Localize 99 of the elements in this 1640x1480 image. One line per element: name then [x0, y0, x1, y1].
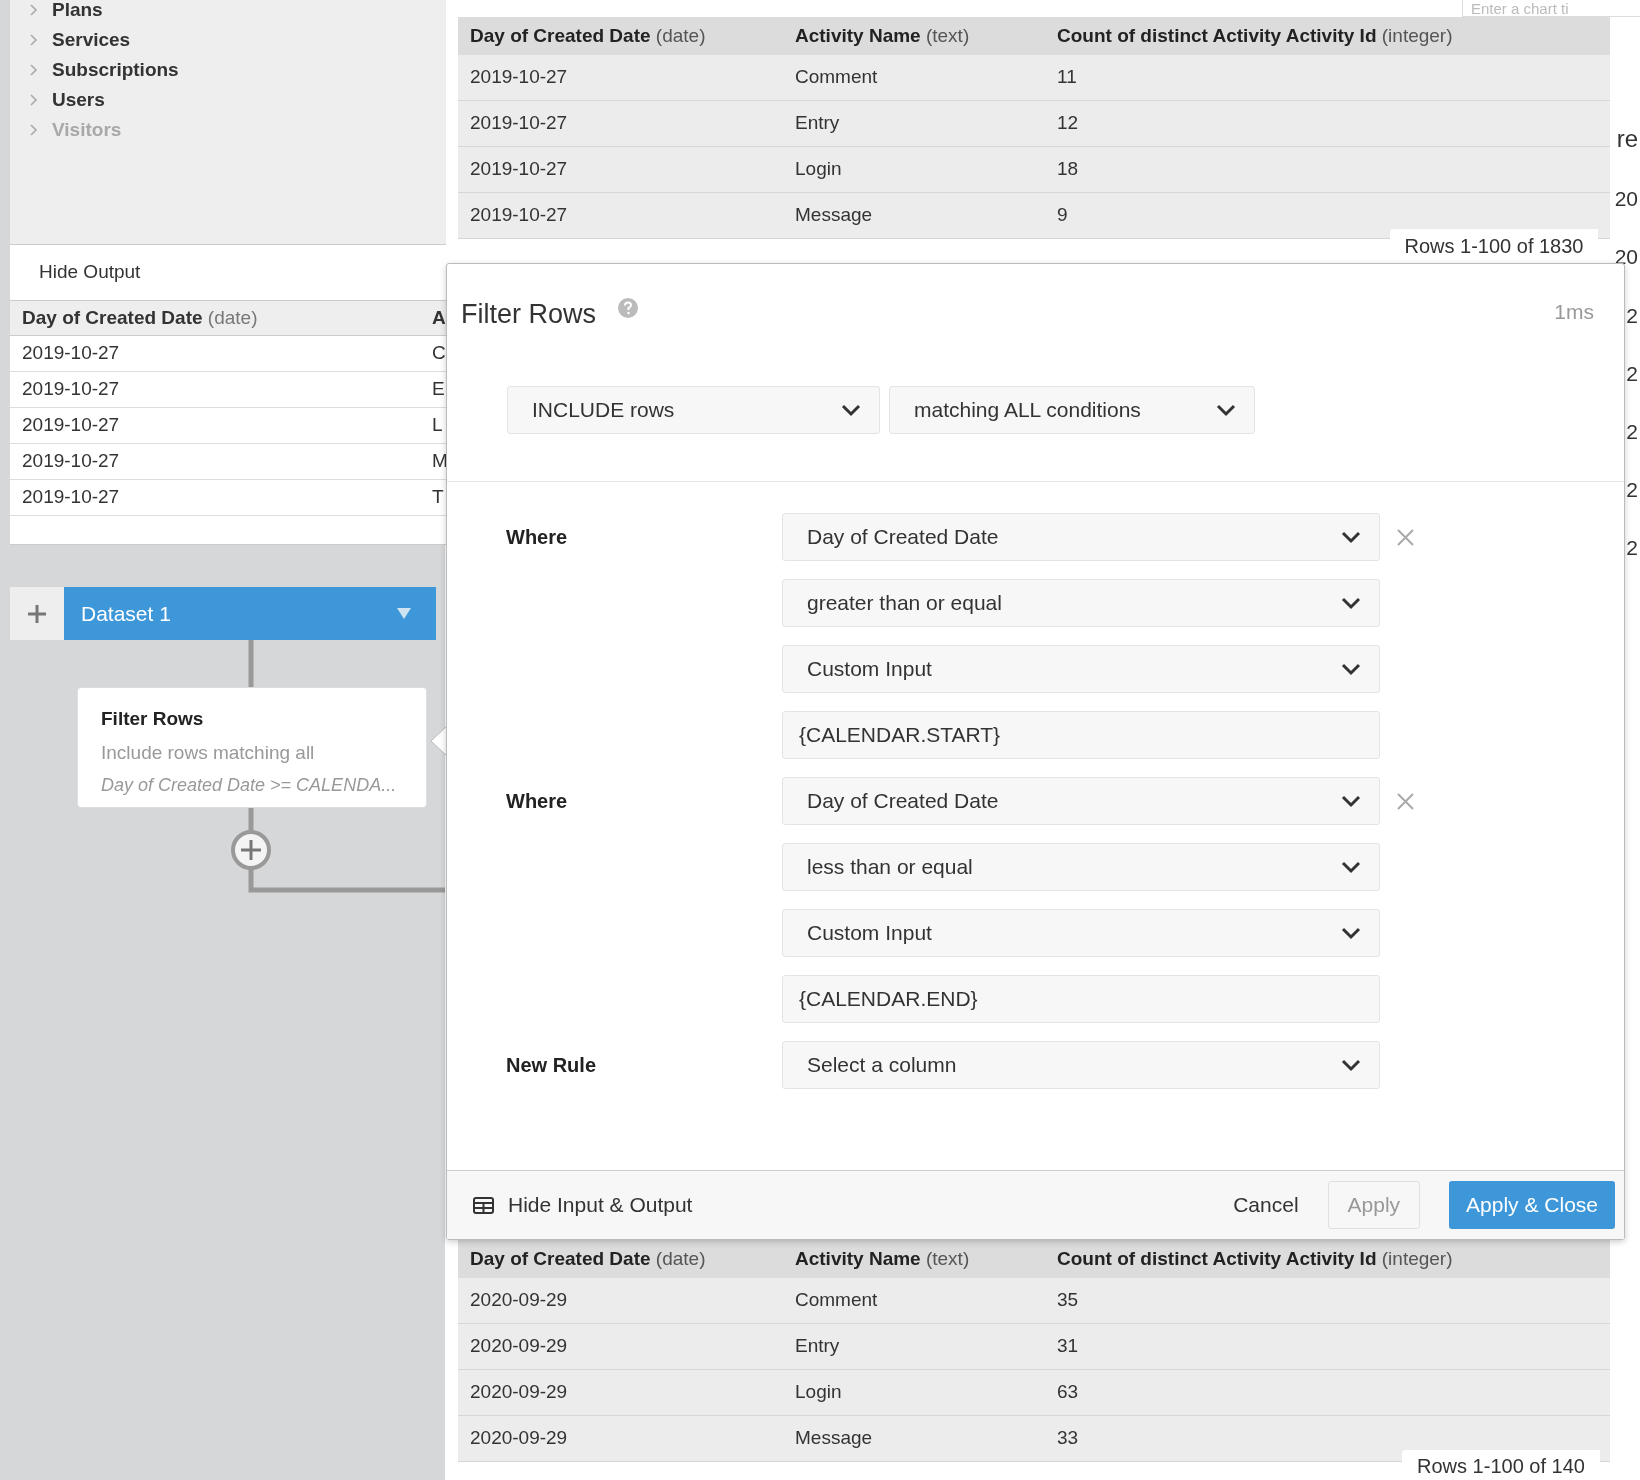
table-cell-text: T: [432, 485, 444, 510]
column-select[interactable]: Day of Created Date: [782, 513, 1380, 561]
table-cell-text: 2019-10-27: [22, 341, 121, 366]
column-header: Day of Created Date (date): [470, 1246, 706, 1271]
table-icon: [473, 1196, 494, 1214]
hide-output-link[interactable]: Hide Output: [10, 245, 141, 300]
panel-value: 20: [1614, 186, 1638, 212]
sidebar-item[interactable]: Plans: [30, 0, 446, 25]
chevron-down-icon: [1341, 530, 1361, 544]
column-header: Activity Name (text): [795, 1246, 970, 1271]
sidebar-item[interactable]: Users: [30, 85, 446, 115]
table-cell-text: Message: [795, 203, 873, 228]
column-select[interactable]: Select a column: [782, 1041, 1380, 1089]
table-cell-text: 2019-10-27: [22, 413, 121, 438]
add-button[interactable]: [10, 587, 64, 640]
table-cell-text: 2020-09-29: [470, 1334, 568, 1359]
table-cell-text: 18: [1057, 157, 1079, 182]
operator-select[interactable]: less than or equal: [782, 843, 1380, 891]
table-cell-text: L: [432, 413, 443, 438]
column-header: Activity Name (text): [795, 23, 970, 48]
add-step-icon[interactable]: [230, 829, 272, 871]
table-cell-text: Entry: [795, 1334, 840, 1359]
table-cell-text: 33: [1057, 1426, 1079, 1451]
chevron-down-icon: [1341, 1058, 1361, 1072]
column-select[interactable]: Day of Created Date: [782, 777, 1380, 825]
panel-value: 2: [1626, 361, 1638, 387]
sidebar-item[interactable]: Subscriptions: [30, 55, 446, 85]
table-cell-text: 63: [1057, 1380, 1079, 1405]
table-cell-text: Comment: [795, 65, 878, 90]
rule-label: Where: [506, 525, 568, 550]
chevron-down-icon: [1216, 403, 1236, 417]
chevron-right-icon: [30, 124, 38, 136]
panel-value: 2: [1626, 535, 1638, 561]
step-title: Filter Rows: [101, 707, 204, 731]
operator-select[interactable]: greater than or equal: [782, 579, 1380, 627]
close-icon[interactable]: [1397, 792, 1414, 810]
chevron-down-icon: [1341, 926, 1361, 940]
column-header: Count of distinct Activity Activity Id (integer): [1057, 1246, 1453, 1271]
table-cell-text: Login: [795, 1380, 842, 1405]
chevron-down-icon: [1341, 860, 1361, 874]
hide-input-output-button[interactable]: Hide Input & Output: [473, 1189, 693, 1221]
cancel-button[interactable]: Cancel: [1233, 1181, 1299, 1229]
table-cell-text: 2020-09-29: [470, 1426, 568, 1451]
table-cell-text: Login: [795, 157, 842, 182]
timing-label: 1ms: [1554, 299, 1594, 325]
table-cell-text: 31: [1057, 1334, 1079, 1359]
table-cell-text: Entry: [795, 111, 840, 136]
panel-value: 2: [1626, 303, 1638, 329]
chevron-right-icon: [30, 34, 38, 46]
table-cell-text: 2019-10-27: [470, 111, 568, 136]
table-cell-text: 9: [1057, 203, 1068, 228]
panel-heading: re: [1616, 124, 1638, 154]
table-cell-text: 2019-10-27: [22, 485, 121, 510]
table-cell-text: 2019-10-27: [470, 157, 568, 182]
step-detail: Day of Created Date >= CALENDA...: [101, 774, 397, 797]
table-cell-text: 2020-09-29: [470, 1380, 568, 1405]
chevron-down-icon: [841, 403, 861, 417]
value-source-select[interactable]: Custom Input: [782, 909, 1380, 957]
close-icon[interactable]: [1397, 528, 1414, 546]
chevron-down-icon: [1341, 662, 1361, 676]
table-cell-text: 2020-09-29: [470, 1288, 568, 1313]
table-cell-text: 2019-10-27: [470, 65, 568, 90]
table-cell-text: 12: [1057, 111, 1079, 136]
chevron-right-icon: [30, 4, 38, 16]
panel-value: 2: [1626, 419, 1638, 445]
table-cell-text: 35: [1057, 1288, 1079, 1313]
column-header: Count of distinct Activity Activity Id (integer): [1057, 23, 1453, 48]
chevron-down-icon: [1341, 596, 1361, 610]
rule-label: Where: [506, 789, 568, 814]
table-cell-text: Comment: [795, 1288, 878, 1313]
dialog-title: Filter Rows: [461, 298, 596, 331]
match-select[interactable]: matching ALL conditions: [889, 386, 1255, 434]
table-cell-text: Message: [795, 1426, 873, 1451]
plus-icon: [27, 603, 47, 624]
sidebar-item[interactable]: Services: [30, 25, 446, 55]
table-cell-text: 2019-10-27: [470, 203, 568, 228]
table-cell-text: 2019-10-27: [22, 377, 121, 402]
column-header: A: [432, 305, 446, 330]
chevron-right-icon: [30, 64, 38, 76]
chevron-down-icon: [1341, 794, 1361, 808]
rule-label: New Rule: [506, 1053, 597, 1078]
chart-title-field[interactable]: Enter a chart ti: [1462, 0, 1640, 17]
column-header: Day of Created Date (date): [470, 23, 706, 48]
help-icon[interactable]: [618, 298, 638, 318]
panel-value: 2: [1626, 477, 1638, 503]
table-cell-text: M: [432, 449, 446, 474]
mode-select[interactable]: INCLUDE rows: [507, 386, 880, 434]
column-header: Day of Created Date (date): [22, 305, 259, 330]
value-field[interactable]: {CALENDAR.END}: [782, 975, 1380, 1023]
value-field[interactable]: {CALENDAR.START}: [782, 711, 1380, 759]
step-summary: Include rows matching all: [101, 740, 315, 765]
table-cell-text: E: [432, 377, 445, 402]
table-cell-text: 2019-10-27: [22, 449, 121, 474]
caret-down-icon: [397, 608, 411, 619]
step-card[interactable]: Filter Rows Include rows matching all Day of Created Date >= CALENDA...: [77, 687, 427, 808]
table-cell-text: 11: [1057, 65, 1077, 90]
value-source-select[interactable]: Custom Input: [782, 645, 1380, 693]
chevron-right-icon: [30, 94, 38, 106]
table-cell-text: C: [432, 341, 446, 366]
